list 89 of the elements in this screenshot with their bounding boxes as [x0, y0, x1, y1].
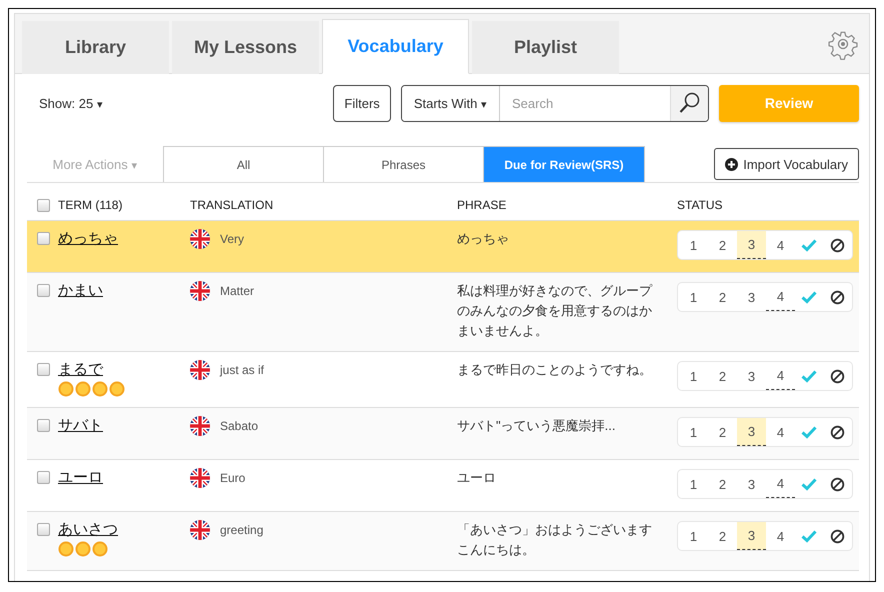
level-button[interactable]: 1 [679, 470, 708, 498]
translation-text: Very [220, 231, 244, 248]
phrase-text: 私は料理が好きなので、グループのみんなの夕食を用意するのはかまいませんよ。 [457, 282, 654, 340]
coin-icon [75, 541, 91, 557]
term-link[interactable]: あいさつ [58, 521, 118, 538]
column-header: STATUS [677, 198, 723, 212]
phrase-text: 「あいさつ」おはようございますこんにちは。 [457, 521, 653, 559]
check-icon[interactable] [801, 477, 817, 491]
check-icon[interactable] [801, 238, 817, 252]
term-link[interactable]: まるで [58, 361, 103, 378]
search-bar[interactable]: Starts With ▾ Search [400, 84, 709, 122]
nav-tab[interactable]: My Lessons [172, 21, 319, 74]
term-link[interactable]: サバト [58, 417, 103, 434]
level-button[interactable]: 3 [737, 470, 766, 498]
flag-icon [190, 520, 210, 540]
level-button[interactable]: 2 [708, 283, 737, 311]
term-link[interactable]: かまい [58, 282, 103, 299]
level-button[interactable]: 1 [679, 362, 708, 390]
import-button[interactable]: Import Vocabulary [714, 148, 859, 180]
level-button[interactable]: 3 [737, 283, 766, 311]
match-mode-dropdown[interactable]: Starts With ▾ [402, 86, 500, 120]
coin-icon [58, 541, 74, 557]
row-checkbox[interactable] [37, 419, 50, 432]
phrase-text: ユーロ [457, 469, 497, 487]
level-button[interactable]: 1 [679, 522, 708, 550]
translation-text: just as if [220, 362, 264, 379]
plus-icon [725, 158, 738, 170]
level-button[interactable]: 4 [766, 362, 795, 390]
ignore-icon[interactable] [830, 290, 845, 304]
ignore-icon[interactable] [830, 476, 845, 492]
level-button[interactable]: 4 [766, 470, 795, 498]
search-button[interactable] [670, 86, 708, 120]
translation-text: Euro [220, 470, 246, 487]
column-header: PHRASE [457, 198, 506, 212]
select-all-checkbox[interactable] [37, 198, 50, 212]
phrase-text: サバト"っていう悪魔崇拝... [457, 417, 616, 435]
row-checkbox[interactable] [37, 471, 50, 484]
phrase-text: まるで昨日のことのようですね。 [457, 361, 653, 379]
page-size-dropdown[interactable]: Show: 25 ▾ [39, 96, 103, 110]
level-button[interactable]: 2 [708, 418, 737, 446]
flag-icon [190, 360, 210, 380]
translation-text: Sabato [220, 418, 258, 435]
check-icon[interactable] [801, 290, 817, 304]
coin-icon [109, 381, 125, 397]
flag-icon [190, 416, 210, 436]
ignore-icon[interactable] [830, 368, 845, 384]
term-link[interactable]: ユーロ [58, 469, 103, 486]
level-button[interactable]: 4 [766, 231, 795, 259]
nav-tab[interactable]: Library [22, 21, 169, 74]
level-button[interactable]: 4 [766, 418, 795, 446]
coin-icon [58, 381, 74, 397]
translation-text: Matter [220, 283, 254, 300]
check-icon[interactable] [801, 369, 817, 383]
row-checkbox[interactable] [37, 523, 50, 536]
nav-tab[interactable]: Playlist [472, 21, 619, 74]
level-button[interactable]: 4 [766, 522, 795, 550]
check-icon[interactable] [801, 529, 817, 543]
column-header: TERM (118) [58, 198, 122, 212]
level-button[interactable]: 4 [766, 283, 795, 311]
row-checkbox[interactable] [37, 363, 50, 376]
flag-icon [190, 229, 210, 249]
filters-button[interactable]: Filters [333, 84, 391, 122]
check-icon[interactable] [801, 425, 817, 439]
row-checkbox[interactable] [37, 284, 50, 297]
ignore-icon[interactable] [830, 424, 845, 440]
ignore-icon[interactable] [830, 238, 845, 252]
coin-icon [75, 381, 91, 397]
flag-icon [190, 468, 210, 488]
row-checkbox[interactable] [37, 232, 50, 245]
level-button[interactable]: 3 [737, 231, 766, 259]
level-button[interactable]: 2 [708, 231, 737, 259]
term-link[interactable]: めっちゃ [58, 230, 118, 247]
level-button[interactable]: 2 [708, 470, 737, 498]
level-button[interactable]: 1 [679, 231, 708, 259]
level-button[interactable]: 2 [708, 362, 737, 390]
search-icon [678, 91, 702, 115]
column-header: TRANSLATION [190, 198, 274, 212]
coin-icon [92, 381, 108, 397]
coin-icon [92, 541, 108, 557]
phrase-text: めっちゃ [457, 230, 510, 248]
ignore-icon[interactable] [830, 528, 845, 544]
level-button[interactable]: 1 [679, 283, 708, 311]
level-button[interactable]: 2 [708, 522, 737, 550]
flag-icon [190, 281, 210, 301]
translation-text: greeting [220, 522, 264, 539]
level-button[interactable]: 3 [737, 522, 766, 550]
level-button[interactable]: 3 [737, 362, 766, 390]
level-button[interactable]: 1 [679, 418, 708, 446]
level-button[interactable]: 3 [737, 418, 766, 446]
